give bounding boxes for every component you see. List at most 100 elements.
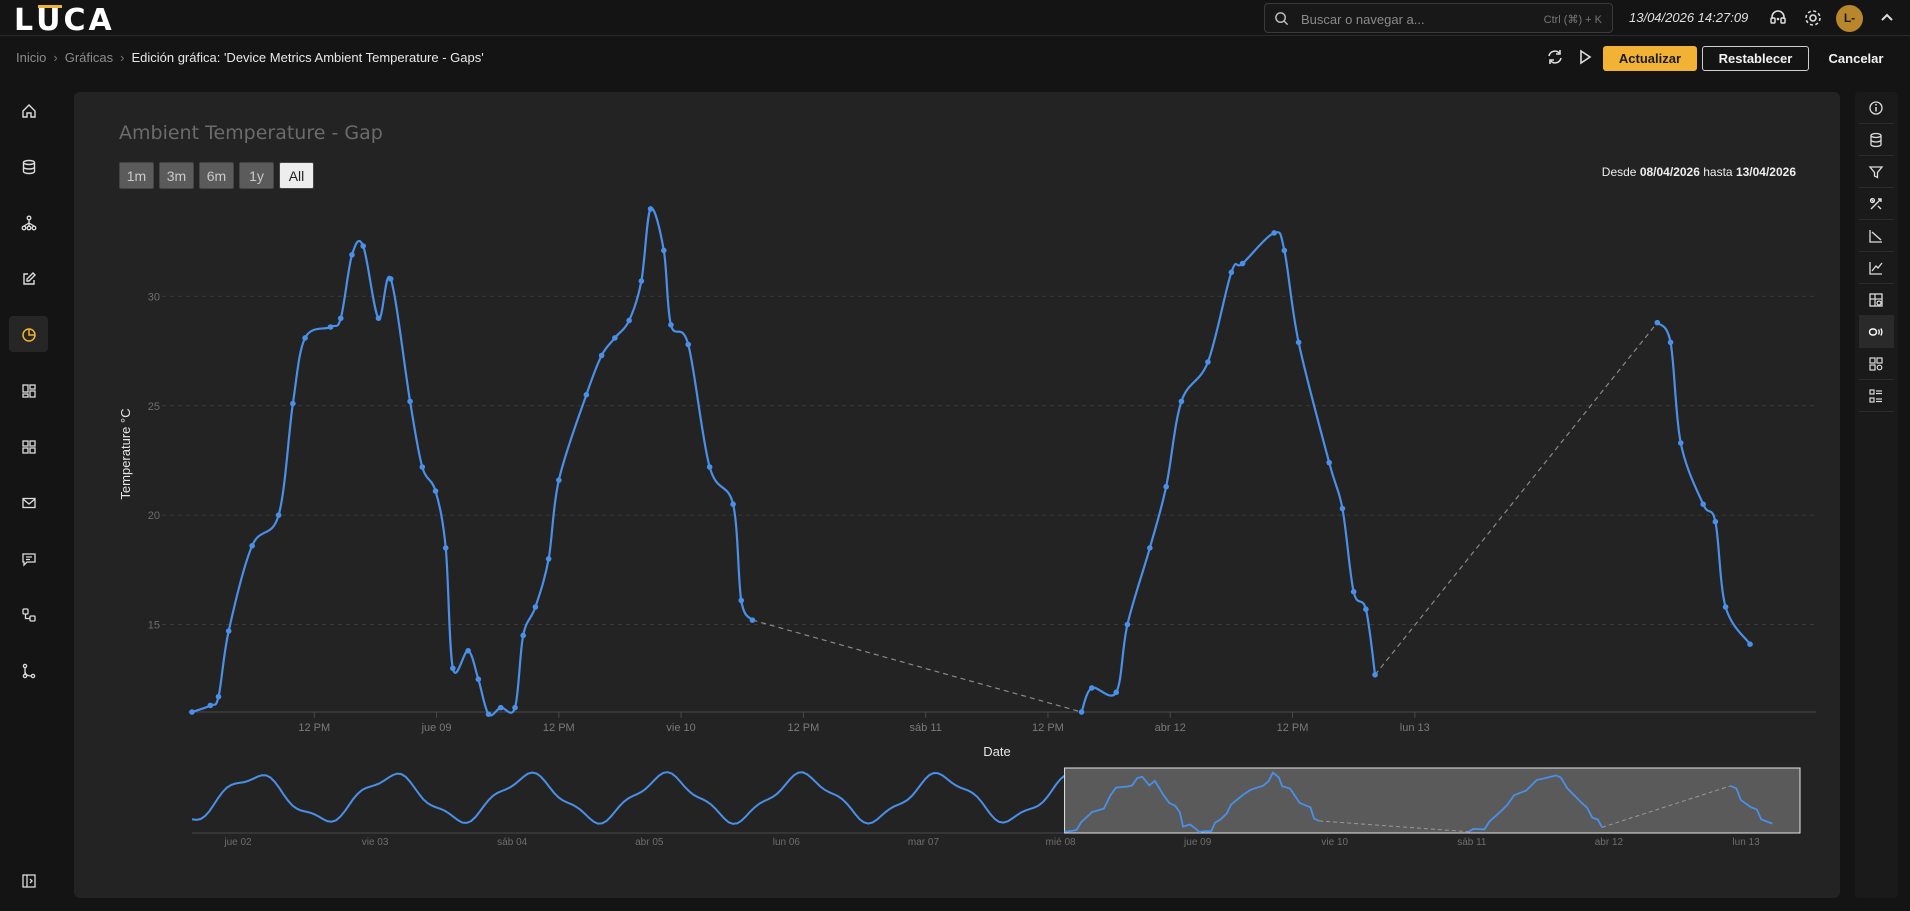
data-point xyxy=(215,693,222,700)
breadcrumb-graficas[interactable]: Gráficas xyxy=(65,50,113,65)
data-point xyxy=(327,324,334,330)
navigator-tick-label: jue 02 xyxy=(223,837,252,848)
workflow-icon xyxy=(22,608,36,622)
toolbar-item-info[interactable] xyxy=(1859,92,1894,124)
sidebar-item-workflows[interactable] xyxy=(9,596,48,632)
data-point xyxy=(532,604,539,610)
data-point xyxy=(638,278,645,284)
toolbar-item-axes[interactable] xyxy=(1859,220,1894,252)
data-point xyxy=(598,352,605,359)
data-point xyxy=(556,477,562,483)
toolbar-item-chart-settings[interactable] xyxy=(1859,348,1894,380)
reset-button[interactable]: Restablecer xyxy=(1702,46,1809,71)
data-point xyxy=(1228,269,1235,276)
toolbar-item-series[interactable] xyxy=(1859,252,1894,284)
x-tick-label: sáb 11 xyxy=(910,722,942,734)
data-point xyxy=(475,676,482,682)
navigator-series xyxy=(191,771,1066,825)
play-icon[interactable] xyxy=(1576,48,1594,66)
series-line xyxy=(191,207,754,717)
y-tick-label: 30 xyxy=(148,291,160,303)
data-point xyxy=(1747,641,1753,647)
data-point xyxy=(612,335,618,341)
toolbar-item-filter[interactable] xyxy=(1859,156,1894,188)
toolbar-item-labels[interactable] xyxy=(1859,316,1894,348)
database-icon xyxy=(1870,132,1882,148)
navigator-tick-label: jue 09 xyxy=(1183,837,1212,848)
tools-icon xyxy=(1869,197,1882,210)
gap-connector xyxy=(1374,322,1658,676)
navigator-tick-label: mar 07 xyxy=(908,837,940,848)
update-button[interactable]: Actualizar xyxy=(1603,46,1697,71)
data-point xyxy=(290,400,296,407)
gear-icon[interactable] xyxy=(1803,8,1823,28)
navigator-tick-label: vie 03 xyxy=(362,837,389,848)
chevron-up-icon[interactable] xyxy=(1877,8,1897,28)
chart-settings-toolbar xyxy=(1855,92,1898,898)
sidebar-item-apps[interactable] xyxy=(9,428,48,464)
data-point xyxy=(749,617,756,623)
breadcrumb-inicio[interactable]: Inicio xyxy=(16,50,46,65)
toolbar-item-list[interactable] xyxy=(1859,380,1894,412)
mail-icon xyxy=(22,497,36,509)
data-point xyxy=(1205,359,1211,365)
cancel-button[interactable]: Cancelar xyxy=(1818,46,1894,71)
sidebar-collapse[interactable] xyxy=(9,862,48,898)
series-line xyxy=(1656,321,1751,645)
toolbar-item-tools[interactable] xyxy=(1859,188,1894,220)
support-icon[interactable] xyxy=(1768,8,1788,28)
user-avatar[interactable]: L- xyxy=(1836,5,1863,32)
data-point xyxy=(1712,518,1719,525)
search-box[interactable]: Buscar o navegar a... Ctrl (⌘) + K xyxy=(1264,3,1613,33)
y-tick-label: 20 xyxy=(148,510,160,522)
data-point xyxy=(706,464,713,470)
data-point xyxy=(647,206,654,212)
sidebar-item-branches[interactable] xyxy=(9,652,48,688)
data-point xyxy=(375,315,382,322)
sidebar-item-charts[interactable] xyxy=(9,316,48,352)
data-point xyxy=(1088,685,1095,691)
navigator-tick-label: lun 13 xyxy=(1732,837,1760,848)
chart-pie-icon xyxy=(22,328,36,342)
sidebar-item-editor[interactable] xyxy=(9,260,48,296)
sidebar-item-home[interactable] xyxy=(9,92,48,128)
navigator-selection xyxy=(1064,767,1801,834)
data-point xyxy=(1372,672,1378,678)
luca-logo[interactable]: LUCA xyxy=(14,3,115,38)
data-point xyxy=(407,398,413,405)
data-point xyxy=(337,315,344,322)
breadcrumb-current: Edición gráfica: 'Device Metrics Ambient… xyxy=(131,50,484,65)
data-point xyxy=(583,392,590,398)
toolbar-item-data[interactable] xyxy=(1859,124,1894,156)
x-tick-label: 12 PM xyxy=(543,722,575,734)
sidebar-item-dashboards[interactable] xyxy=(9,372,48,408)
sidebar-item-messages[interactable] xyxy=(9,540,48,576)
current-datetime: 13/04/2026 14:27:09 xyxy=(1629,10,1749,25)
data-point xyxy=(432,488,439,494)
navigator-tick-label: sáb 04 xyxy=(497,837,527,848)
data-point xyxy=(512,704,518,711)
chart-search-icon xyxy=(1869,293,1883,307)
sidebar-item-data[interactable] xyxy=(9,148,48,184)
data-point xyxy=(1295,339,1302,346)
temperature-chart[interactable]: 15 20 25 30 12 PM jue 09 12 PM vie 10 12 PM sáb 1… xyxy=(74,92,1840,898)
chevron-right-icon: › xyxy=(53,50,58,65)
data-point xyxy=(1667,339,1674,346)
data-point xyxy=(545,556,552,562)
breadcrumb: Inicio › Gráficas › Edición gráfica: 'Device… xyxy=(16,50,484,65)
x-tick-label: 12 PM xyxy=(787,722,819,734)
list-icon xyxy=(1869,389,1882,403)
data-point xyxy=(1178,398,1185,405)
refresh-icon[interactable] xyxy=(1546,48,1564,66)
data-point xyxy=(275,512,282,518)
data-point xyxy=(1350,588,1357,595)
x-axis-title: Date xyxy=(983,744,1010,759)
navigator-tick-label: mié 08 xyxy=(1046,837,1076,848)
sidebar-item-mail[interactable] xyxy=(9,484,48,520)
data-point xyxy=(387,276,394,282)
data-point xyxy=(1363,606,1369,612)
toolbar-item-chart-search[interactable] xyxy=(1859,284,1894,316)
branch-icon xyxy=(22,663,36,679)
data-point xyxy=(660,247,667,254)
sidebar-item-models[interactable] xyxy=(9,204,48,240)
